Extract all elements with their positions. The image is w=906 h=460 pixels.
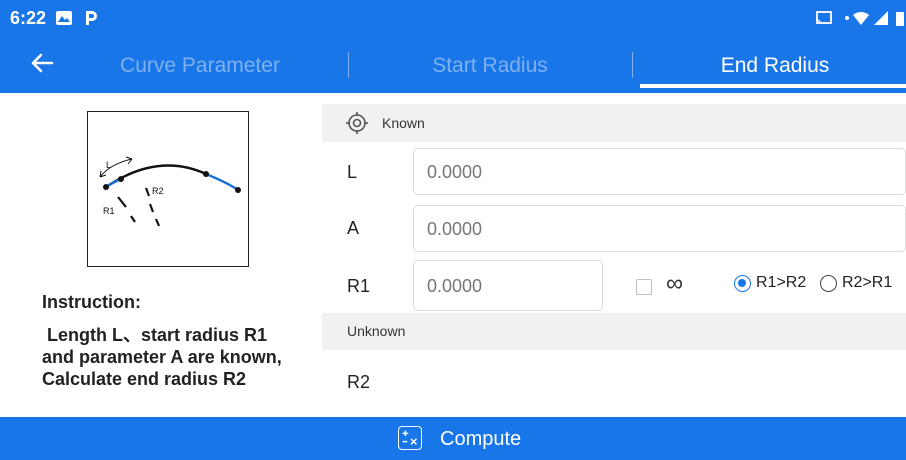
known-section-header: Known [322, 104, 906, 142]
parking-icon [86, 11, 97, 25]
l-input-value: 0.0000 [427, 162, 483, 182]
field-label-l: L [347, 162, 358, 182]
tab-start-radius[interactable]: Start Radius [380, 38, 600, 93]
radio-r2-gt-r1-label: R2>R1 [842, 274, 893, 291]
status-time: 6:22 [10, 8, 47, 28]
unknown-section-title: Unknown [347, 323, 406, 339]
known-section-title: Known [382, 115, 425, 131]
active-tab-indicator [640, 84, 906, 88]
tab-curve-parameter[interactable]: Curve Parameter [90, 38, 310, 93]
curve-diagram: L R1 R2 [87, 111, 249, 267]
a-input[interactable]: 0.0000 [413, 205, 906, 252]
diagram-label-r1: R1 [103, 206, 115, 216]
status-bar: 6:22 [0, 0, 906, 38]
instruction-panel: L R1 R2 Instruction: Length L、start radi… [0, 93, 322, 417]
radio-r2-gt-r1[interactable] [820, 275, 837, 292]
field-label-a: A [347, 218, 360, 238]
instruction-title: Instruction: [42, 292, 141, 312]
wifi-icon [853, 11, 869, 25]
diagram-label-l: L [106, 160, 111, 170]
r1-input[interactable]: 0.0000 [413, 260, 603, 311]
infinity-label: ∞ [666, 270, 684, 297]
tab-divider [632, 52, 633, 78]
radio-r1-gt-r2[interactable] [734, 275, 751, 292]
tab-divider [348, 52, 349, 78]
calculator-icon [398, 426, 422, 450]
unknown-section-header: Unknown [322, 313, 906, 350]
app-bar: Curve Parameter Start Radius End Radius [0, 38, 906, 93]
cast-icon [816, 11, 832, 24]
field-label-r1: R1 [347, 276, 371, 296]
compute-label: Compute [440, 428, 522, 450]
compute-button[interactable]: Compute [0, 417, 906, 460]
back-arrow-icon[interactable] [26, 46, 60, 80]
field-label-r2: R2 [347, 372, 371, 392]
diagram-label-r2: R2 [152, 186, 164, 196]
battery-icon [896, 12, 904, 26]
l-input[interactable]: 0.0000 [413, 148, 906, 195]
instruction-text: Length L、start radius R1 and parameter A… [42, 325, 287, 389]
gallery-icon [56, 11, 72, 25]
infinity-checkbox[interactable] [636, 279, 652, 295]
radio-r1-gt-r2-label: R1>R2 [756, 274, 807, 291]
target-icon [346, 112, 368, 134]
r1-input-value: 0.0000 [427, 276, 483, 296]
a-input-value: 0.0000 [427, 219, 483, 239]
signal-icon [874, 11, 888, 25]
